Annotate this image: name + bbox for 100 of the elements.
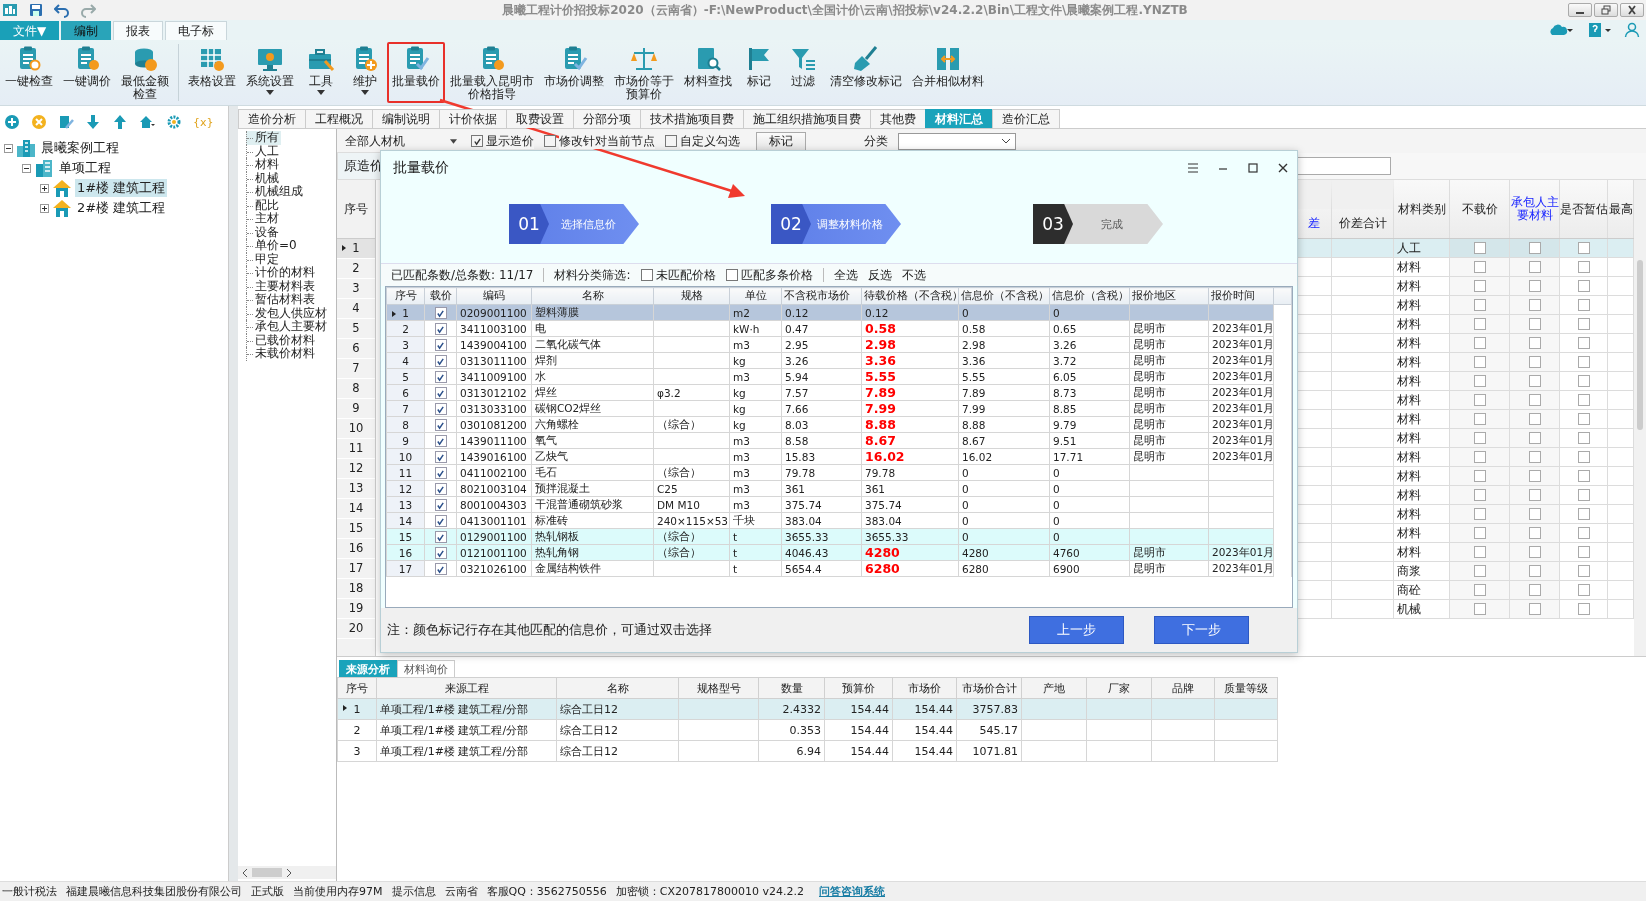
toolbar-button[interactable]: 清空修改标记 [825, 42, 907, 103]
tab[interactable]: 材料询价 [397, 660, 455, 677]
filter-item[interactable]: 单价=0 [246, 239, 299, 253]
checkbox[interactable] [1528, 584, 1541, 596]
toolbar-button[interactable]: 市场价等于 预算价 [609, 42, 679, 103]
mark-button[interactable]: 标记 [756, 131, 806, 151]
checkbox[interactable] [1528, 527, 1541, 539]
checkbox[interactable] [434, 307, 447, 319]
checkbox[interactable] [1577, 603, 1590, 615]
checkbox[interactable] [1473, 356, 1486, 368]
checkbox[interactable] [1528, 356, 1541, 368]
toolbar-button[interactable]: 最低金额 检查 [116, 42, 174, 103]
toolbar-button[interactable]: 维护 [343, 42, 387, 103]
checkbox[interactable] [1577, 356, 1590, 368]
checkbox[interactable] [434, 419, 447, 431]
checkbox[interactable] [1473, 413, 1486, 425]
filter-item[interactable]: 机械 [246, 171, 281, 185]
checkbox[interactable] [434, 339, 447, 351]
checkbox[interactable] [1528, 470, 1541, 482]
checkbox[interactable] [1528, 299, 1541, 311]
tab[interactable]: 工程概况 [305, 109, 373, 128]
checkbox[interactable] [1473, 565, 1486, 577]
close-button[interactable] [1620, 3, 1644, 17]
checkbox[interactable] [434, 323, 447, 335]
tree-item[interactable]: 晨曦案例工程 [39, 139, 121, 157]
restore-button[interactable] [1594, 3, 1618, 17]
checkbox[interactable] [1528, 451, 1541, 463]
tab[interactable]: 施工组织措施项目费 [743, 109, 871, 128]
tab[interactable]: 取费设置 [506, 109, 574, 128]
checkbox[interactable] [1577, 489, 1590, 501]
tab[interactable]: 技术措施项目费 [640, 109, 744, 128]
checkbox[interactable] [1577, 451, 1590, 463]
filter-item[interactable]: 主材 [246, 212, 281, 226]
expander-icon[interactable] [4, 143, 13, 153]
checkbox-label[interactable]: 自定义勾选 [680, 133, 740, 149]
checkbox[interactable] [471, 135, 483, 147]
checkbox[interactable] [1577, 299, 1590, 311]
checkbox[interactable] [1473, 603, 1486, 615]
checkbox[interactable] [1473, 337, 1486, 349]
menu-tab[interactable]: 编制 [61, 21, 112, 40]
checkbox[interactable] [434, 355, 447, 367]
checkbox[interactable] [1473, 489, 1486, 501]
add-icon[interactable] [4, 114, 20, 130]
toolbar-button[interactable]: 过滤 [781, 42, 825, 103]
scroll-left-icon[interactable] [242, 868, 248, 877]
scrollbar[interactable] [238, 866, 336, 879]
cloud-icon[interactable] [1548, 22, 1574, 38]
expander-icon[interactable] [40, 203, 49, 213]
checkbox[interactable] [434, 499, 447, 511]
checkbox[interactable] [1577, 394, 1590, 406]
filter-item[interactable]: 设备 [246, 225, 281, 239]
next-button[interactable]: 下一步 [1154, 616, 1249, 644]
checkbox[interactable] [725, 269, 738, 281]
checkbox[interactable] [434, 435, 447, 447]
checkbox[interactable] [1528, 432, 1541, 444]
filter-item[interactable]: 暂估材料表 [246, 293, 317, 307]
tree-item[interactable]: 2#楼 建筑工程 [75, 199, 168, 217]
checkbox[interactable] [1528, 318, 1541, 330]
checkbox-label[interactable]: 修改针对当前节点 [559, 133, 655, 149]
select-link[interactable]: 反选 [867, 266, 892, 284]
remove-icon[interactable] [31, 114, 47, 130]
checkbox[interactable] [434, 403, 447, 415]
close-icon[interactable] [1277, 162, 1289, 174]
checkbox[interactable] [1577, 242, 1590, 254]
checkbox[interactable] [434, 531, 447, 543]
toolbar-button[interactable]: 表格设置 [183, 42, 241, 103]
toolbar-button[interactable]: 批量载价 [387, 42, 445, 103]
checkbox[interactable] [1577, 565, 1590, 577]
filter-item[interactable]: 已载价材料 [246, 333, 317, 347]
material-dropdown[interactable]: 全部人材机 [341, 132, 461, 150]
checkbox[interactable] [1473, 318, 1486, 330]
help-link[interactable]: 问答咨询系统 [819, 884, 885, 899]
filter-item[interactable]: 计价的材料 [246, 266, 317, 280]
select-link[interactable]: 全选 [833, 266, 858, 284]
checkbox[interactable] [1577, 546, 1590, 558]
checkbox-label[interactable]: 显示造价 [486, 133, 534, 149]
filter-item[interactable]: 未载价材料 [246, 347, 317, 361]
toolbar-button[interactable]: 系统设置 [241, 42, 299, 103]
checkbox[interactable] [434, 387, 447, 399]
minimize-button[interactable] [1568, 3, 1592, 17]
checkbox[interactable] [1473, 508, 1486, 520]
checkbox[interactable] [1577, 527, 1590, 539]
checkbox[interactable] [434, 371, 447, 383]
user-icon[interactable] [1624, 22, 1640, 38]
checkbox[interactable] [1473, 527, 1486, 539]
filter-item[interactable]: 人工 [246, 144, 281, 158]
house-icon[interactable] [139, 114, 155, 130]
checkbox[interactable] [1577, 584, 1590, 596]
tree-item[interactable]: 1#楼 建筑工程 [75, 179, 168, 197]
checkbox-label[interactable]: 未匹配价格 [655, 267, 716, 283]
checkbox[interactable] [1528, 508, 1541, 520]
checkbox[interactable] [1577, 261, 1590, 273]
checkbox[interactable] [665, 135, 677, 147]
redo-icon[interactable] [80, 2, 96, 18]
expander-icon[interactable] [22, 163, 31, 173]
checkbox[interactable] [1473, 242, 1486, 254]
arrow-down-icon[interactable] [85, 114, 101, 130]
checkbox[interactable] [434, 515, 447, 527]
checkbox[interactable] [1577, 432, 1590, 444]
category-dropdown[interactable] [898, 132, 1016, 150]
